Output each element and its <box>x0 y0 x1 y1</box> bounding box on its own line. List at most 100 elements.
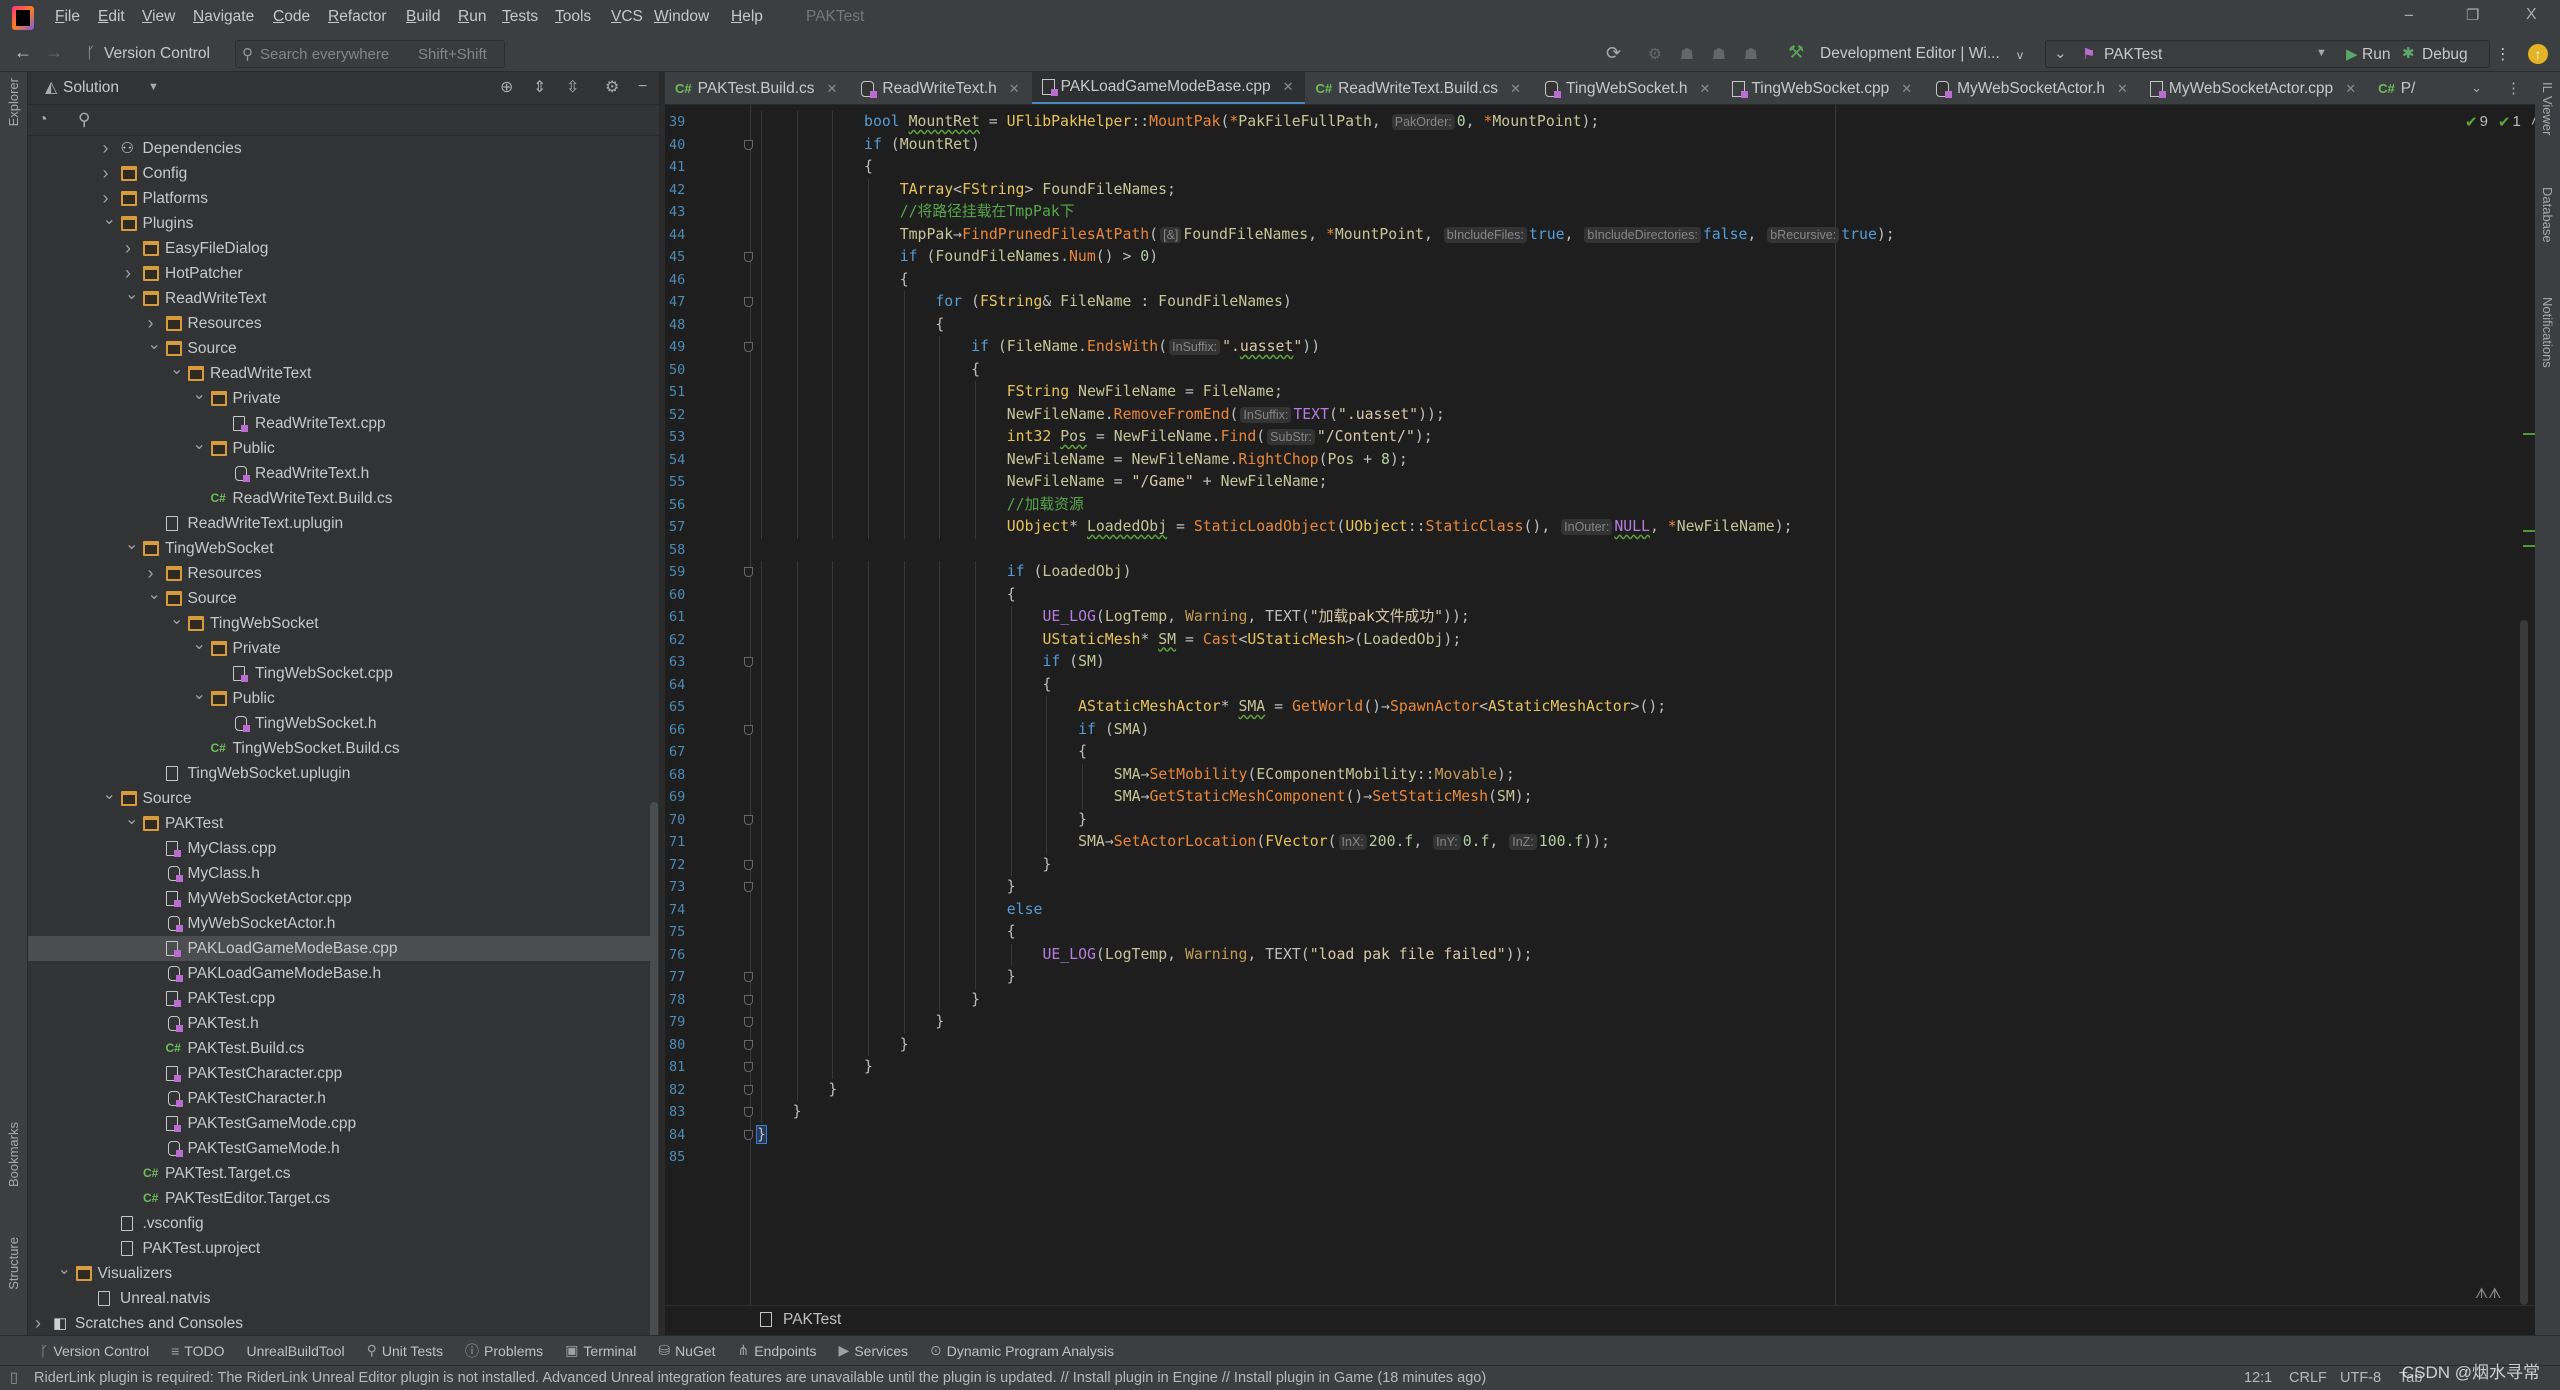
tree-item[interactable]: TingWebSocket.uplugin <box>28 761 650 786</box>
fold-end-icon[interactable] <box>744 1129 753 1140</box>
fold-end-icon[interactable] <box>744 814 753 825</box>
chevron-down-icon[interactable]: ⌄ <box>148 582 161 607</box>
explorer-tool-button[interactable]: Explorer <box>6 78 21 126</box>
tree-item[interactable]: › ⚇ Dependencies <box>28 136 650 161</box>
close-button[interactable]: X <box>2526 6 2537 24</box>
fold-start-icon[interactable] <box>744 567 753 577</box>
refresh-icon[interactable]: ⟳ <box>1606 43 1621 64</box>
editor-tab[interactable]: TingWebSocket.h ✕ <box>1533 72 1722 104</box>
tree-item[interactable]: MyClass.h <box>28 861 650 886</box>
menu-file[interactable]: File <box>55 8 80 26</box>
tree-item[interactable]: PAKTest.h <box>28 1011 650 1036</box>
fold-end-icon[interactable] <box>744 972 753 982</box>
fold-start-icon[interactable] <box>744 724 753 735</box>
change-marker[interactable] <box>2523 530 2535 532</box>
tree-item[interactable]: PAKTest.uproject <box>28 1236 650 1261</box>
menu-view[interactable]: View <box>142 8 175 26</box>
menu-tools[interactable]: Tools <box>555 8 591 26</box>
dropdown-arrow-icon[interactable]: ▼ <box>2316 47 2327 59</box>
fold-start-icon[interactable] <box>744 139 753 150</box>
tree-item[interactable]: TingWebSocket.cpp <box>28 661 650 686</box>
tree-item[interactable]: PAKTestGameMode.h <box>28 1136 650 1161</box>
tree-item[interactable]: ⌄ Plugins <box>28 211 650 236</box>
minimize-button[interactable]: − <box>2404 6 2414 26</box>
structure-tool-button[interactable]: Structure <box>6 1237 21 1290</box>
menu-tests[interactable]: Tests <box>502 8 538 26</box>
chevron-down-icon[interactable]: ⌄ <box>193 682 206 707</box>
collapse-all-icon[interactable]: ⇳ <box>566 80 579 96</box>
tree-item[interactable]: C# TingWebSocket.Build.cs <box>28 736 650 761</box>
status-toggle-icon[interactable]: ▯ <box>10 1370 18 1386</box>
tree-item[interactable]: › ◧ Scratches and Consoles <box>28 1311 650 1336</box>
fold-start-icon[interactable] <box>744 252 753 262</box>
tree-item[interactable]: ⌄ TingWebSocket <box>28 611 650 636</box>
tab-close-icon[interactable]: ✕ <box>1901 81 1912 97</box>
tree-item[interactable]: Unreal.natvis <box>28 1286 650 1311</box>
tree-item[interactable]: ⌄ Visualizers <box>28 1261 650 1286</box>
editor-tab[interactable]: TingWebSocket.cpp ✕ <box>1722 72 1924 104</box>
tree-item[interactable]: ⌄ ReadWriteText <box>28 286 650 311</box>
tree-item[interactable]: PAKTestCharacter.cpp <box>28 1061 650 1086</box>
tree-item[interactable]: ⌄ Source <box>28 586 650 611</box>
database-tool-button[interactable]: Database <box>2540 187 2555 243</box>
editor-tab[interactable]: C# PAKTest.Build.cs ✕ <box>665 72 849 104</box>
tree-item[interactable]: ⌄ PAKTest <box>28 811 650 836</box>
file-encoding[interactable]: UTF-8 <box>2340 1370 2381 1386</box>
tool-window-dynamic-program-analysis[interactable]: ⊙ Dynamic Program Analysis <box>930 1342 1114 1359</box>
menu-help[interactable]: Help <box>731 8 763 26</box>
solution-view-dropdown[interactable]: Solution <box>63 79 119 97</box>
chevron-down-icon[interactable]: ⌄ <box>193 382 206 407</box>
fold-end-icon[interactable] <box>744 994 753 1005</box>
tree-item[interactable]: PAKTestGameMode.cpp <box>28 1111 650 1136</box>
breadcrumb[interactable]: PAKTest <box>783 1311 841 1329</box>
line-ending[interactable]: CRLF <box>2289 1370 2327 1386</box>
chevron-down-icon[interactable]: ⌄ <box>103 782 116 807</box>
tree-item[interactable]: ⌄ Source <box>28 786 650 811</box>
more-actions-button[interactable]: ⋮ <box>2495 45 2511 64</box>
tree-item[interactable]: ⌄ Private <box>28 636 650 661</box>
bookmarks-tool-button[interactable]: Bookmarks <box>6 1122 21 1187</box>
tab-close-icon[interactable]: ✕ <box>1283 79 1294 95</box>
menu-navigate[interactable]: Navigate <box>193 8 254 26</box>
fold-start-icon[interactable] <box>744 342 753 352</box>
fold-end-icon[interactable] <box>744 1017 753 1027</box>
change-marker[interactable] <box>2523 545 2535 547</box>
chevron-down-icon[interactable]: ⌄ <box>103 207 116 232</box>
tab-close-icon[interactable]: ✕ <box>827 81 838 97</box>
tool-window-version-control[interactable]: ᚴ Version Control <box>40 1343 149 1359</box>
status-message[interactable]: RiderLink plugin is required: The RiderL… <box>34 1370 1486 1386</box>
notifications-tool-button[interactable]: Notifications <box>2540 297 2555 368</box>
tree-item[interactable]: ReadWriteText.cpp <box>28 411 650 436</box>
reader-mode-icon[interactable]: ᗑᗑ <box>2475 1285 2501 1302</box>
tree-item[interactable]: C# PAKTest.Target.cs <box>28 1161 650 1186</box>
editor-tab[interactable]: ReadWriteText.h ✕ <box>849 72 1031 104</box>
fold-end-icon[interactable] <box>744 882 753 892</box>
editor-scrollbar[interactable] <box>2520 620 2528 1305</box>
fold-start-icon[interactable] <box>744 297 753 307</box>
chevron-down-icon[interactable]: ⌄ <box>125 807 138 832</box>
tree-item[interactable]: TingWebSocket.h <box>28 711 650 736</box>
tab-close-icon[interactable]: ✕ <box>1009 81 1020 97</box>
chevron-down-icon[interactable]: ⌄ <box>2054 44 2067 62</box>
search-icon[interactable]: ⚲ <box>78 111 90 128</box>
tree-item[interactable]: › Resources <box>28 561 650 586</box>
tab-close-icon[interactable]: ✕ <box>1699 81 1710 97</box>
tree-item[interactable]: ⌄ Public <box>28 436 650 461</box>
tab-close-icon[interactable]: ✕ <box>2345 81 2356 97</box>
editor-tab[interactable]: MyWebSocketActor.h ✕ <box>1924 72 2140 104</box>
chevron-right-icon[interactable]: › <box>125 236 131 261</box>
chevron-down-icon[interactable]: v <box>2017 48 2023 62</box>
tree-item[interactable]: C# ReadWriteText.Build.cs <box>28 486 650 511</box>
menu-edit[interactable]: Edit <box>98 8 125 26</box>
chevron-right-icon[interactable]: › <box>35 1311 41 1336</box>
chevron-down-icon[interactable]: ⌄ <box>125 282 138 307</box>
tree-item[interactable]: PAKLoadGameModeBase.cpp <box>28 936 650 961</box>
tree-item[interactable]: ⌄ Public <box>28 686 650 711</box>
tab-close-icon[interactable]: ✕ <box>2117 81 2128 97</box>
caret-position[interactable]: 12:1 <box>2244 1370 2272 1386</box>
tree-item[interactable]: MyWebSocketActor.cpp <box>28 886 650 911</box>
fold-start-icon[interactable] <box>744 657 753 667</box>
tabs-overflow-chevron-icon[interactable]: ⌄ <box>2465 80 2488 96</box>
tree-item[interactable]: .vsconfig <box>28 1211 650 1236</box>
build-config-dropdown[interactable]: Development Editor | Wi... <box>1820 45 2000 63</box>
